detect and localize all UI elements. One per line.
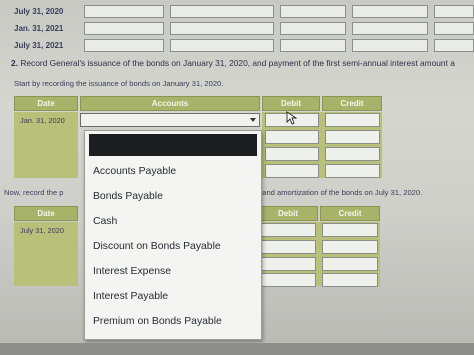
question-text: 2. Record General's issuance of the bond… (11, 58, 455, 68)
screen-bottom-edge (0, 343, 474, 355)
prior-row-cell[interactable] (170, 39, 274, 52)
prior-row-cell[interactable] (280, 39, 346, 52)
instruction-payment-end: t and amortization of the bonds on July … (258, 188, 423, 197)
prior-row-cell[interactable] (84, 5, 164, 18)
credit-input[interactable] (322, 240, 378, 254)
prior-row-date: July 31, 2020 (14, 7, 64, 16)
chevron-down-icon (250, 118, 256, 122)
prior-row-cell[interactable] (352, 22, 428, 35)
prior-row-date: Jan. 31, 2021 (14, 24, 64, 33)
dropdown-option[interactable]: Interest Payable (93, 291, 168, 302)
prior-row: July 31, 2021 (0, 38, 474, 55)
prior-row: Jan. 31, 2021 (0, 21, 474, 38)
table2-date: July 31, 2020 (20, 226, 64, 235)
debit-input[interactable] (261, 223, 316, 237)
mouse-pointer-icon (286, 111, 298, 125)
debit-input[interactable] (265, 130, 319, 144)
table1-header-accounts: Accounts (80, 96, 260, 111)
table1-header-debit: Debit (262, 96, 320, 111)
table2-header-date: Date (14, 206, 78, 221)
debit-input[interactable] (265, 147, 319, 161)
table2-header-credit: Credit (320, 206, 380, 221)
prior-row-cell[interactable] (434, 22, 474, 35)
credit-input[interactable] (325, 130, 380, 144)
dropdown-option[interactable]: Interest Expense (93, 266, 171, 277)
prior-row-date: July 31, 2021 (14, 41, 64, 50)
instruction-payment-start: Now, record the p (4, 188, 64, 197)
credit-input[interactable] (322, 257, 378, 271)
prior-row-cell[interactable] (352, 39, 428, 52)
dropdown-option[interactable]: Premium on Bonds Payable (93, 316, 222, 327)
table1-header-date: Date (14, 96, 78, 111)
debit-input[interactable] (261, 273, 316, 287)
credit-input[interactable] (322, 223, 378, 237)
credit-input[interactable] (325, 147, 380, 161)
prior-row-cell[interactable] (434, 39, 474, 52)
prior-row-cell[interactable] (352, 5, 428, 18)
table1-date: Jan. 31, 2020 (20, 116, 65, 125)
prior-row-cell[interactable] (434, 5, 474, 18)
prior-row-cell[interactable] (170, 22, 274, 35)
prior-row-cell[interactable] (280, 5, 346, 18)
dropdown-option[interactable]: Cash (93, 216, 117, 227)
table1-header-credit: Credit (322, 96, 382, 111)
prior-row-cell[interactable] (84, 39, 164, 52)
account-select[interactable] (80, 113, 260, 127)
dropdown-option[interactable]: Accounts Payable (93, 166, 176, 177)
dropdown-option[interactable]: Discount on Bonds Payable (93, 241, 221, 252)
debit-input[interactable] (261, 257, 316, 271)
journal-entry-page: July 31, 2020 Jan. 31, 2021 July 31, 202… (0, 0, 474, 355)
prior-row-cell[interactable] (170, 5, 274, 18)
debit-input[interactable] (261, 240, 316, 254)
credit-input[interactable] (325, 164, 380, 178)
credit-input[interactable] (325, 113, 380, 127)
debit-input[interactable] (265, 164, 319, 178)
dropdown-option[interactable]: Bonds Payable (93, 191, 163, 202)
account-dropdown-list: Accounts Payable Bonds Payable Cash Disc… (84, 130, 262, 340)
question-number: 2. (11, 58, 18, 68)
prior-row-cell[interactable] (84, 22, 164, 35)
dropdown-blank-option[interactable] (89, 134, 257, 156)
table2-header-debit: Debit (258, 206, 318, 221)
prior-row: July 31, 2020 (0, 4, 474, 21)
instruction-issuance: Start by recording the issuance of bonds… (14, 79, 224, 88)
prior-row-cell[interactable] (280, 22, 346, 35)
question-body: Record General's issuance of the bonds o… (20, 58, 455, 68)
credit-input[interactable] (322, 273, 378, 287)
